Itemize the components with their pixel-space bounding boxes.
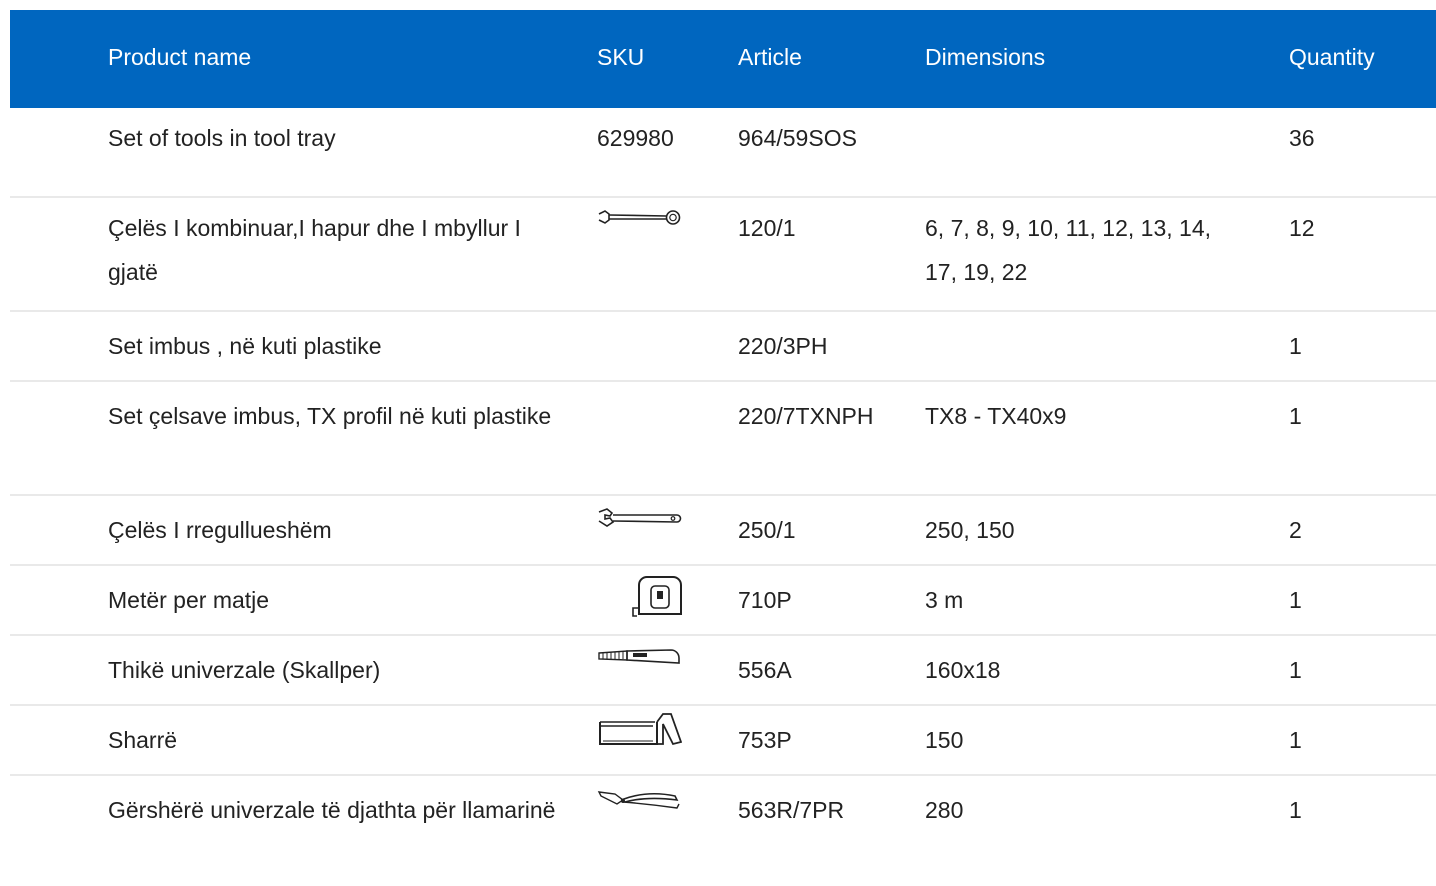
combination-wrench-icon [597,206,682,256]
article-value: 556A [738,657,792,683]
product-name: Çelës I kombinuar,I hapur dhe I mbyllur … [108,215,521,285]
sku-value: 629980 [597,125,674,151]
column-header-sku[interactable]: SKU [597,44,644,70]
utility-knife-icon [597,646,682,696]
quantity-value: 36 [1289,125,1315,151]
dimensions-value: 160x18 [925,657,1001,683]
quantity-value: 1 [1289,657,1302,683]
table-row[interactable]: Thikë univerzale (Skallper) 556A 160x18 … [10,636,1436,706]
quantity-value: 12 [1289,215,1315,241]
hacksaw-icon [597,708,682,758]
table-row[interactable]: Set çelsave imbus, TX profil në kuti pla… [10,382,1436,496]
tape-measure-icon [597,574,682,624]
column-header-quantity[interactable]: Quantity [1289,44,1375,70]
quantity-value: 1 [1289,333,1302,359]
column-header-dimensions[interactable]: Dimensions [925,44,1045,70]
table-row[interactable]: Sharrë 753P 150 1 [10,706,1436,776]
table-row[interactable]: Set of tools in tool tray 629980 964/59S… [10,108,1436,198]
article-value: 250/1 [738,517,796,543]
article-value: 563R/7PR [738,797,845,823]
column-header-article[interactable]: Article [738,44,802,70]
quantity-value: 1 [1289,403,1302,429]
table-row[interactable]: Çelës I kombinuar,I hapur dhe I mbyllur … [10,198,1436,312]
table-row[interactable]: Set imbus , në kuti plastike 220/3PH 1 [10,312,1436,382]
table-row[interactable]: Çelës I rregullueshëm 250/1 250, 150 2 [10,496,1436,566]
adjustable-wrench-icon [597,506,682,556]
article-value: 964/59SOS [738,125,857,151]
tin-snips-icon [597,786,682,836]
dimensions-value: 3 m [925,587,964,613]
table-header: Product name SKU Article Dimensions Quan… [10,10,1436,108]
article-value: 710P [738,587,792,613]
dimensions-value: 250, 150 [925,517,1015,543]
product-name: Set çelsave imbus, TX profil në kuti pla… [108,403,552,429]
quantity-value: 1 [1289,587,1302,613]
article-value: 220/7TXNPH [738,403,874,429]
product-name: Set of tools in tool tray [108,125,336,151]
dimensions-value: 150 [925,727,964,753]
product-name: Sharrë [108,727,178,753]
article-value: 753P [738,727,792,753]
product-name: Gërshërë univerzale të djathta për llama… [108,797,556,823]
dimensions-value: 6, 7, 8, 9, 10, 11, 12, 13, 14, 17, 19, … [925,215,1212,285]
dimensions-value: 280 [925,797,964,823]
product-table: Product name SKU Article Dimensions Quan… [10,10,1436,886]
column-header-product-name[interactable]: Product name [108,44,251,70]
quantity-value: 1 [1289,727,1302,753]
product-name: Set imbus , në kuti plastike [108,333,382,359]
product-name: Metër per matje [108,587,270,613]
table-row[interactable]: Gërshërë univerzale të djathta për llama… [10,776,1436,886]
dimensions-value: TX8 - TX40x9 [925,403,1067,429]
quantity-value: 2 [1289,517,1302,543]
table-row[interactable]: Metër per matje 710P 3 m 1 [10,566,1436,636]
article-value: 120/1 [738,215,796,241]
article-value: 220/3PH [738,333,828,359]
quantity-value: 1 [1289,797,1302,823]
product-name: Çelës I rregullueshëm [108,517,332,543]
product-name: Thikë univerzale (Skallper) [108,657,381,683]
